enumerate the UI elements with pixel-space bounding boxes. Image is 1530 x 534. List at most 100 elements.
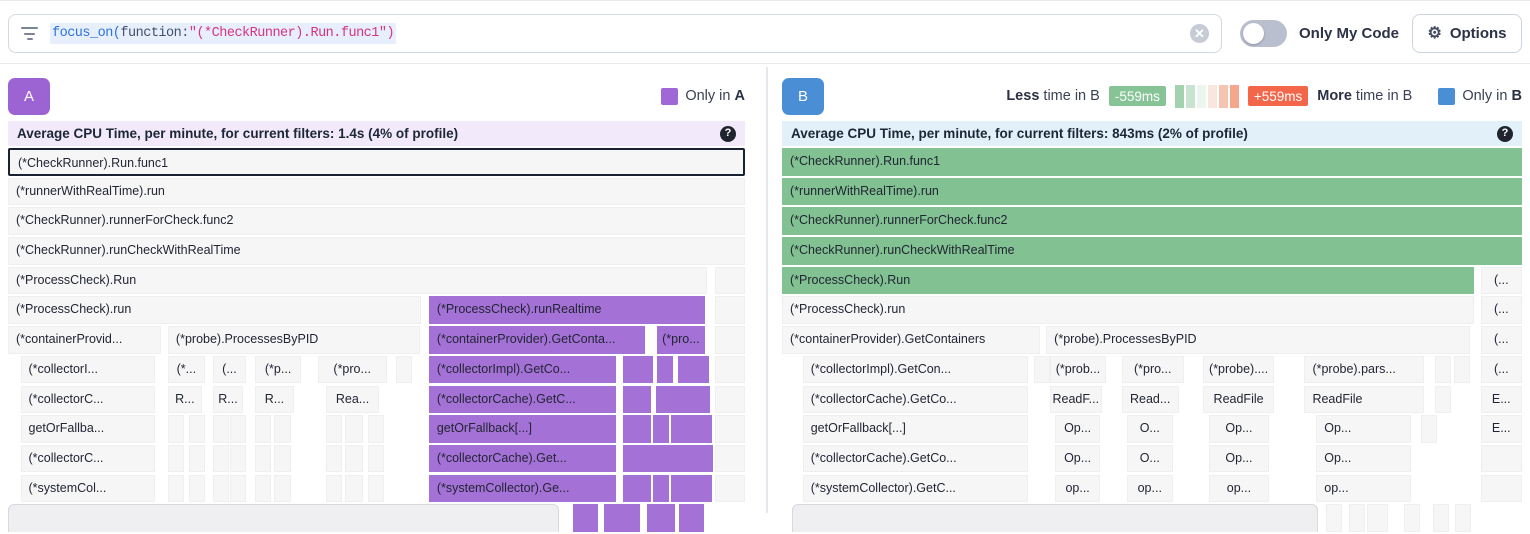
flame-sliver[interactable] — [345, 415, 363, 443]
flame-sliver[interactable] — [255, 415, 271, 443]
flame-cell[interactable]: (... — [1481, 296, 1522, 324]
flame-cell[interactable]: (*CheckRunner).Run.func1 — [782, 148, 1522, 176]
flame-sliver[interactable] — [635, 386, 651, 414]
flame-cell[interactable]: E... — [1481, 386, 1522, 414]
flame-sliver[interactable] — [1421, 415, 1437, 443]
flame-cell[interactable]: (*collectorCache).Get... — [429, 445, 616, 473]
flame-sliver[interactable] — [1454, 356, 1470, 384]
flame-cell[interactable]: Op... — [1316, 415, 1411, 443]
flame-sliver[interactable] — [659, 504, 675, 532]
flame-cell[interactable]: (*pro... — [1122, 356, 1184, 384]
flame-sliver[interactable] — [1433, 504, 1449, 532]
flame-cell[interactable]: (*systemCollector).Ge... — [429, 475, 616, 503]
flame-cell[interactable]: (... — [1481, 356, 1522, 384]
flame-cell[interactable]: (*collectorC... — [21, 445, 156, 473]
flame-sliver[interactable] — [1326, 504, 1342, 532]
flame-cell[interactable]: (*CheckRunner).Run.func1 — [8, 148, 745, 176]
flame-cell[interactable]: ReadFile — [1304, 386, 1424, 414]
flame-cell[interactable]: (*ProcessCheck).Run — [782, 267, 1474, 295]
flame-cell[interactable]: Op... — [1209, 445, 1269, 473]
flame-sliver[interactable] — [213, 445, 229, 473]
flame-cell[interactable]: Op... — [1055, 445, 1100, 473]
flame-cell[interactable]: (*probe).ProcessesByPID — [1046, 326, 1470, 354]
flame-cell[interactable]: (*pro... — [318, 356, 387, 384]
flame-sliver[interactable] — [604, 504, 620, 532]
flame-sliver[interactable] — [715, 445, 745, 473]
only-my-code-toggle[interactable] — [1240, 20, 1287, 47]
clear-search-button[interactable]: ✕ — [1190, 24, 1209, 43]
flame-sliver[interactable] — [368, 415, 384, 443]
flame-sliver[interactable] — [678, 356, 694, 384]
flame-sliver[interactable] — [168, 445, 184, 473]
flame-sliver[interactable] — [696, 415, 712, 443]
flame-cell[interactable]: R... — [168, 386, 202, 414]
search-bar[interactable]: focus_on(function:"(*CheckRunner).Run.fu… — [8, 14, 1222, 53]
flame-sliver[interactable] — [213, 415, 229, 443]
flame-sliver[interactable] — [168, 415, 184, 443]
flame-cell[interactable]: (*systemCol... — [21, 475, 156, 503]
flame-sliver[interactable] — [230, 475, 246, 503]
flame-sliver[interactable] — [189, 415, 205, 443]
flame-cell[interactable]: (... — [1481, 267, 1522, 295]
flame-sliver[interactable] — [635, 415, 651, 443]
flame-sliver[interactable] — [230, 415, 246, 443]
flame-sliver[interactable] — [647, 445, 663, 473]
flame-sliver[interactable] — [679, 504, 703, 532]
flame-cell[interactable]: (*collectorC... — [21, 386, 156, 414]
flame-sliver[interactable] — [1435, 386, 1451, 414]
flame-cell[interactable]: ReadFile — [1203, 386, 1274, 414]
options-button[interactable]: ⚙ Options — [1412, 14, 1522, 53]
flame-sliver[interactable] — [274, 475, 291, 503]
flame-cell[interactable]: (*containerProvid... — [8, 326, 161, 354]
flame-sliver[interactable] — [1034, 356, 1050, 384]
flame-cell[interactable]: (*prob... — [1050, 356, 1106, 384]
flame-cell[interactable]: R... — [255, 386, 294, 414]
flame-sliver[interactable] — [715, 267, 745, 295]
flame-sliver[interactable] — [697, 445, 713, 473]
flame-sliver[interactable] — [189, 445, 205, 473]
flame-sliver[interactable] — [1455, 504, 1471, 532]
flame-cell[interactable]: (*CheckRunner).runCheckWithRealTime — [782, 237, 1522, 265]
flame-sliver[interactable] — [368, 475, 384, 503]
flame-cell[interactable]: (*ProcessCheck).runRealtime — [429, 296, 705, 324]
flame-sliver[interactable] — [715, 326, 745, 354]
flame-sliver[interactable] — [792, 504, 1319, 532]
flame-cell[interactable]: (*ProcessCheck).Run — [8, 267, 707, 295]
flame-sliver[interactable] — [715, 415, 745, 443]
flame-cell[interactable]: ReadF... — [1050, 386, 1102, 414]
flame-cell[interactable]: (*collectorI... — [21, 356, 156, 384]
flame-cell[interactable]: (*collectorCache).GetCo... — [803, 386, 1028, 414]
flame-sliver[interactable] — [1435, 356, 1451, 384]
flame-sliver[interactable] — [1481, 445, 1522, 473]
flame-cell[interactable]: (*ProcessCheck).run — [8, 296, 421, 324]
flame-cell[interactable]: (*probe).ProcessesByPID — [168, 326, 420, 354]
help-icon[interactable]: ? — [1497, 126, 1513, 142]
flame-sliver[interactable] — [396, 356, 412, 384]
flame-sliver[interactable] — [274, 445, 291, 473]
flame-cell[interactable]: (... — [1481, 326, 1522, 354]
flame-sliver[interactable] — [715, 296, 745, 324]
flame-sliver[interactable] — [637, 356, 653, 384]
flame-cell[interactable]: (*CheckRunner).runnerForCheck.func2 — [8, 207, 745, 235]
flame-sliver[interactable] — [345, 445, 363, 473]
flame-sliver[interactable] — [657, 356, 673, 384]
flame-cell[interactable]: (*CheckRunner).runCheckWithRealTime — [8, 237, 745, 265]
flame-cell[interactable]: O... — [1127, 445, 1173, 473]
flame-cell[interactable]: op... — [1209, 475, 1269, 503]
flame-cell[interactable]: (*probe).pars... — [1304, 356, 1424, 384]
flame-cell[interactable]: O... — [1127, 415, 1173, 443]
search-input[interactable]: focus_on(function:"(*CheckRunner).Run.fu… — [50, 23, 396, 44]
flame-cell[interactable]: op... — [1055, 475, 1100, 503]
flame-cell[interactable]: (*containerProvider).GetContainers — [782, 326, 1040, 354]
flame-cell[interactable]: (*ProcessCheck).run — [782, 296, 1474, 324]
flame-cell[interactable]: R... — [213, 386, 243, 414]
flame-cell[interactable]: (*probe).... — [1203, 356, 1274, 384]
flame-cell[interactable]: op... — [1127, 475, 1173, 503]
flame-cell[interactable]: (*p... — [255, 356, 301, 384]
flame-cell[interactable]: (*runnerWithRealTime).run — [782, 178, 1522, 206]
flame-cell[interactable]: E... — [1481, 415, 1522, 443]
flame-sliver[interactable] — [326, 475, 342, 503]
flame-sliver[interactable] — [326, 415, 342, 443]
flame-sliver[interactable] — [1367, 504, 1388, 532]
flame-sliver[interactable] — [619, 504, 640, 532]
